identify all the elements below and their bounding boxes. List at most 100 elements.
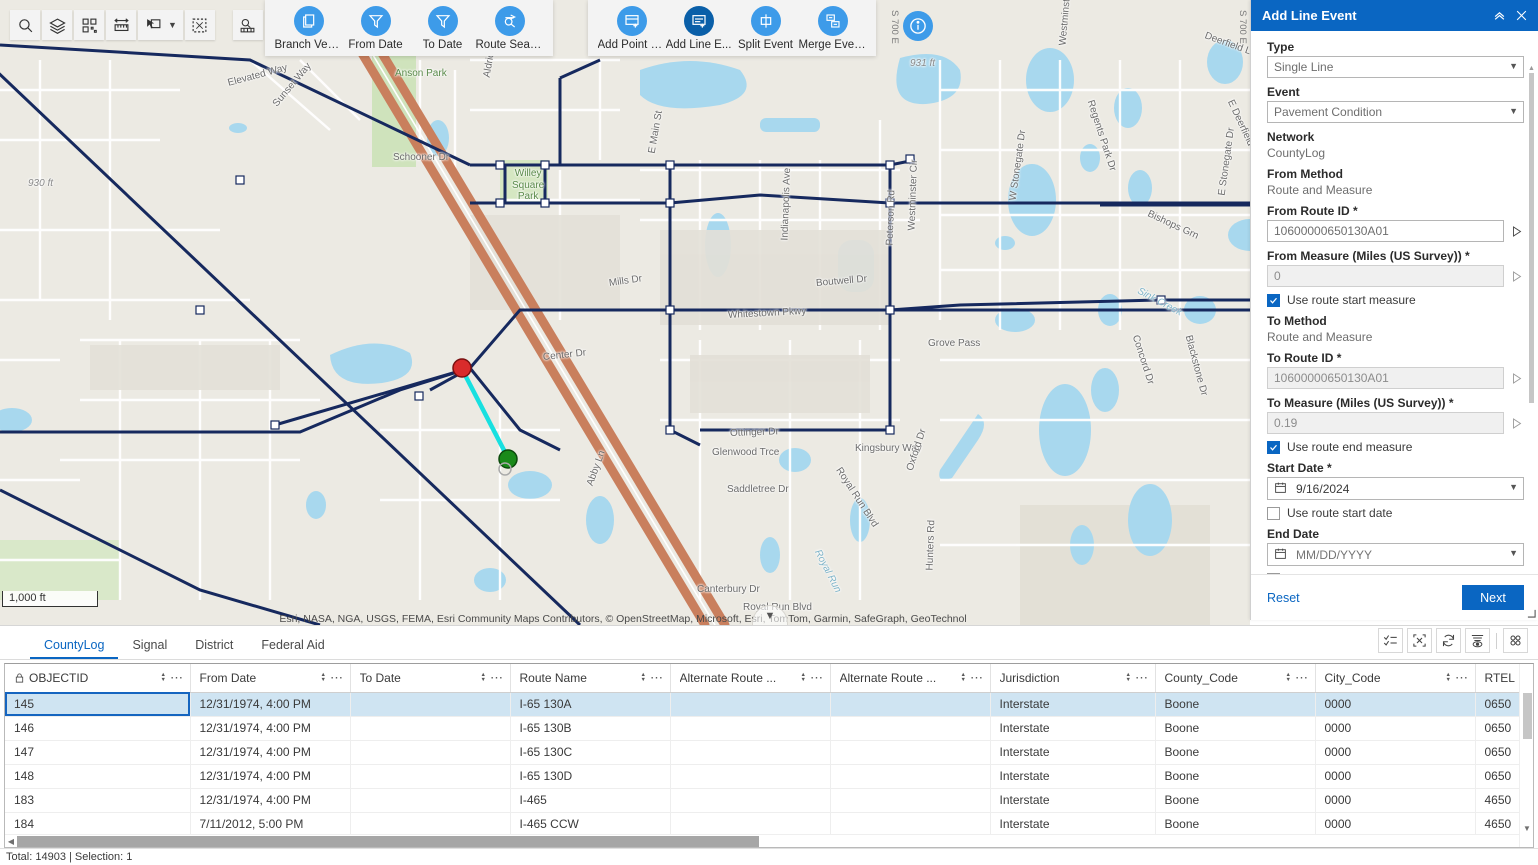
sort-icon[interactable]: ▲▼ bbox=[1122, 673, 1135, 683]
table-column-header[interactable]: Alternate Route ...▲▼⋯ bbox=[830, 664, 990, 692]
to-measure-input[interactable] bbox=[1267, 412, 1504, 434]
identify-route-icon[interactable] bbox=[233, 10, 263, 40]
table-cell[interactable] bbox=[350, 764, 510, 788]
pick-to-measure-icon[interactable] bbox=[1510, 415, 1524, 431]
table-cell[interactable]: 12/31/1974, 4:00 PM bbox=[190, 764, 350, 788]
to-route-id-row[interactable] bbox=[1267, 367, 1524, 389]
table-column-header[interactable]: Alternate Route ...▲▼⋯ bbox=[670, 664, 830, 692]
table-cell[interactable] bbox=[350, 716, 510, 740]
table-cell[interactable] bbox=[350, 788, 510, 812]
table-cell[interactable] bbox=[830, 788, 990, 812]
table-cell[interactable]: 148 bbox=[5, 764, 190, 788]
scroll-down-arrow[interactable]: ▼ bbox=[1520, 824, 1534, 833]
scrollbar-thumb[interactable] bbox=[17, 836, 759, 847]
table-cell[interactable]: 0000 bbox=[1315, 716, 1475, 740]
table-cell[interactable] bbox=[350, 812, 510, 836]
table-cell[interactable]: 184 bbox=[5, 812, 190, 836]
ribbon-button-add-point-event[interactable]: Add Point E... bbox=[598, 4, 665, 51]
table-cell[interactable]: 0000 bbox=[1315, 788, 1475, 812]
table-cell[interactable]: I-465 bbox=[510, 788, 670, 812]
column-menu-icon[interactable]: ⋯ bbox=[970, 671, 984, 684]
ribbon-button-route-search[interactable]: Route Search bbox=[476, 4, 543, 51]
next-button[interactable]: Next bbox=[1462, 585, 1524, 610]
measure-icon[interactable] bbox=[106, 10, 136, 40]
table-cell[interactable]: I-65 130D bbox=[510, 764, 670, 788]
sort-icon[interactable]: ▲▼ bbox=[637, 673, 650, 683]
scrollbar-thumb[interactable] bbox=[1529, 73, 1534, 403]
use-route-start-date-checkbox[interactable] bbox=[1267, 507, 1280, 520]
clear-selection-icon[interactable] bbox=[185, 10, 215, 40]
table-cell[interactable]: Interstate bbox=[990, 692, 1155, 716]
refresh-icon[interactable] bbox=[1436, 628, 1461, 653]
tab-countylog[interactable]: CountyLog bbox=[30, 638, 118, 659]
ribbon-button-branch-version[interactable]: Branch Vers... bbox=[275, 4, 342, 51]
grid-horizontal-scrollbar[interactable]: ◀ bbox=[5, 834, 1519, 847]
add-line-event-panel[interactable]: Add Line Event Type Single Line ▼ Event … bbox=[1250, 0, 1538, 620]
use-route-end-measure-checkbox[interactable] bbox=[1267, 441, 1280, 454]
ribbon-group-event-editing[interactable]: Add Point E... Add Line E... Split Event… bbox=[588, 0, 876, 56]
table-cell[interactable]: Interstate bbox=[990, 812, 1155, 836]
pick-route-from-map-icon[interactable] bbox=[1510, 223, 1524, 239]
sort-icon[interactable]: ▲▼ bbox=[797, 673, 810, 683]
table-cell[interactable] bbox=[350, 692, 510, 716]
layers-icon[interactable] bbox=[42, 10, 72, 40]
panel-body[interactable]: Type Single Line ▼ Event Pavement Condit… bbox=[1251, 31, 1538, 574]
table-cell[interactable]: Boone bbox=[1155, 788, 1315, 812]
table-tabs[interactable]: CountyLog Signal District Federal Aid bbox=[0, 626, 1538, 660]
tab-district[interactable]: District bbox=[181, 638, 247, 659]
table-column-header[interactable]: To Date▲▼⋯ bbox=[350, 664, 510, 692]
sort-icon[interactable]: ▲▼ bbox=[317, 673, 330, 683]
select-features-combo[interactable]: ▼ bbox=[138, 10, 183, 40]
column-menu-icon[interactable]: ⋯ bbox=[810, 671, 824, 684]
start-date-input[interactable] bbox=[1267, 477, 1524, 500]
use-route-end-date-checkbox[interactable] bbox=[1267, 573, 1280, 575]
column-menu-icon[interactable]: ⋯ bbox=[1135, 671, 1149, 684]
grid-wrapper[interactable]: OBJECTID▲▼⋯From Date▲▼⋯To Date▲▼⋯Route N… bbox=[0, 660, 1538, 848]
attribute-grid[interactable]: OBJECTID▲▼⋯From Date▲▼⋯To Date▲▼⋯Route N… bbox=[4, 663, 1534, 848]
table-cell[interactable] bbox=[350, 740, 510, 764]
table-cell[interactable] bbox=[670, 740, 830, 764]
table-body[interactable]: 14512/31/1974, 4:00 PMI-65 130AInterstat… bbox=[5, 692, 1534, 836]
column-menu-icon[interactable]: ⋯ bbox=[650, 671, 664, 684]
table-cell[interactable]: 12/31/1974, 4:00 PM bbox=[190, 740, 350, 764]
sort-icon[interactable]: ▲▼ bbox=[477, 673, 490, 683]
ribbon-button-merge-events[interactable]: Merge Events bbox=[799, 4, 866, 51]
table-cell[interactable]: 12/31/1974, 4:00 PM bbox=[190, 716, 350, 740]
sort-icon[interactable]: ▲▼ bbox=[957, 673, 970, 683]
table-column-header[interactable]: Jurisdiction▲▼⋯ bbox=[990, 664, 1155, 692]
table-row[interactable]: 14712/31/1974, 4:00 PMI-65 130CInterstat… bbox=[5, 740, 1534, 764]
tab-federal-aid[interactable]: Federal Aid bbox=[247, 638, 338, 659]
select-features-icon[interactable] bbox=[138, 10, 168, 40]
table-cell[interactable] bbox=[830, 812, 990, 836]
use-route-start-date-row[interactable]: Use route start date bbox=[1267, 506, 1524, 520]
tab-signal[interactable]: Signal bbox=[118, 638, 181, 659]
table-cell[interactable]: I-65 130A bbox=[510, 692, 670, 716]
table-cell[interactable]: Boone bbox=[1155, 692, 1315, 716]
to-route-id-input[interactable] bbox=[1267, 367, 1504, 389]
table-cell[interactable]: 0000 bbox=[1315, 812, 1475, 836]
grid-apps-icon[interactable] bbox=[74, 10, 104, 40]
table-column-header[interactable]: Route Name▲▼⋯ bbox=[510, 664, 670, 692]
table-column-header[interactable]: County_Code▲▼⋯ bbox=[1155, 664, 1315, 692]
pick-route-to-map-icon[interactable] bbox=[1510, 370, 1524, 386]
table-cell[interactable] bbox=[670, 716, 830, 740]
grid-vertical-scrollbar[interactable]: ▲ ▼ bbox=[1519, 664, 1533, 847]
table-column-header[interactable]: OBJECTID▲▼⋯ bbox=[5, 664, 190, 692]
table-cell[interactable] bbox=[670, 788, 830, 812]
chevron-down-icon[interactable]: ▼ bbox=[168, 20, 183, 30]
table-cell[interactable] bbox=[830, 716, 990, 740]
table-cell[interactable] bbox=[830, 692, 990, 716]
panel-footer[interactable]: Reset Next bbox=[1251, 574, 1538, 620]
show-selected-records-icon[interactable] bbox=[1378, 628, 1403, 653]
clear-selection-icon[interactable] bbox=[1407, 628, 1432, 653]
attribute-table[interactable]: OBJECTID▲▼⋯From Date▲▼⋯To Date▲▼⋯Route N… bbox=[5, 664, 1534, 837]
table-column-header[interactable]: From Date▲▼⋯ bbox=[190, 664, 350, 692]
type-select-wrap[interactable]: Single Line ▼ bbox=[1267, 56, 1524, 78]
panel-scrollbar[interactable]: ▲ ▼ bbox=[1528, 67, 1535, 574]
table-cell[interactable] bbox=[670, 692, 830, 716]
panel-resize-handle[interactable] bbox=[1527, 609, 1536, 618]
attribute-table-pane[interactable]: CountyLog Signal District Federal Aid bbox=[0, 625, 1538, 865]
table-cell[interactable]: I-465 CCW bbox=[510, 812, 670, 836]
column-menu-icon[interactable]: ⋯ bbox=[330, 671, 344, 684]
table-cell[interactable]: Interstate bbox=[990, 788, 1155, 812]
